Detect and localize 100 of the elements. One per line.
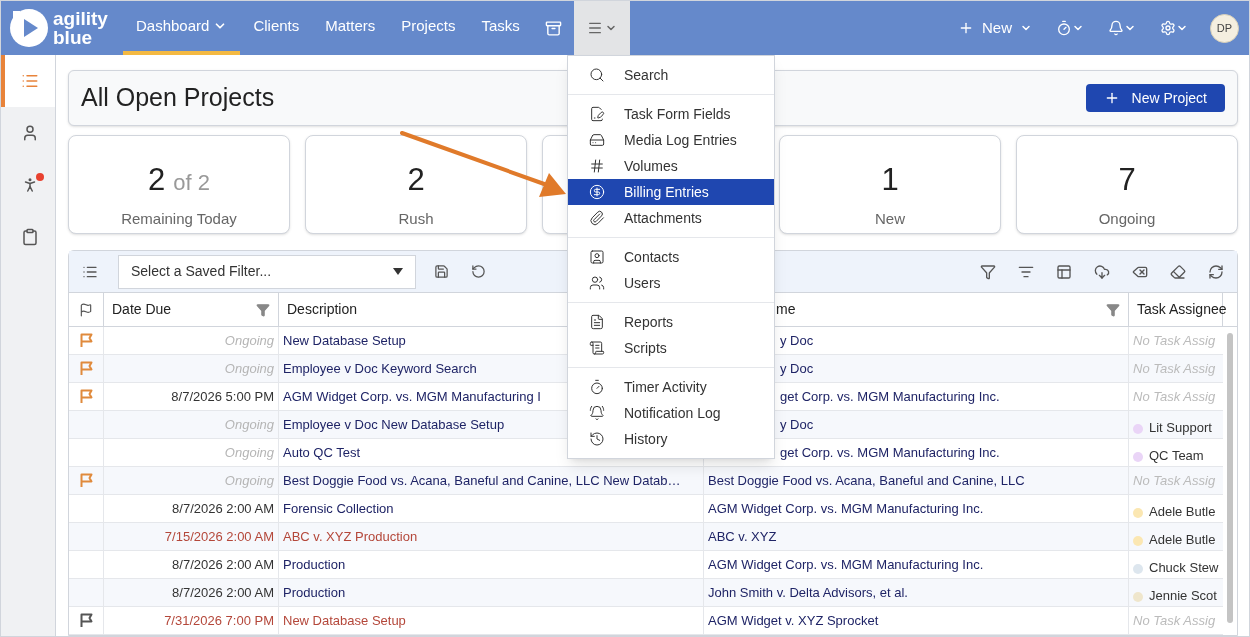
layout-icon[interactable] [1056,263,1072,280]
task-assignee: No Task Assig [1133,387,1216,406]
menu-item[interactable]: History [568,426,774,452]
settings-icon [1160,20,1176,36]
date-due: Ongoing [224,471,274,490]
cloud-download-icon[interactable] [1094,263,1110,280]
menu-item[interactable]: Contacts [568,244,774,270]
filter-icon[interactable] [980,263,996,280]
task-assignee: Jennie Scot [1149,586,1217,605]
paperclip-icon [589,210,605,226]
column-filter-icon[interactable] [1106,302,1120,317]
matter-name: get Corp. vs. MGM Manufacturing Inc. [780,443,1000,462]
date-due: Ongoing [224,443,274,462]
cabinet-icon[interactable] [544,19,562,37]
task-assignee: Lit Support [1149,418,1212,437]
task-assignee: Chuck Stew [1149,558,1219,577]
description[interactable]: Employee v Doc New Database Setup [283,414,505,435]
column-header[interactable]: me [776,299,796,320]
description[interactable]: Employee v Doc Keyword Search [283,358,477,379]
description[interactable]: Production [283,582,346,603]
stopwatch-icon [589,379,605,395]
stat-label: Ongoing [1098,208,1156,229]
logo-text: blue [53,28,93,47]
matter-name: Best Doggie Food vs. Acana, Baneful and Canine, LLC [708,471,1025,490]
menu-item[interactable]: Task Form Fields [568,101,774,127]
nav-tab[interactable]: Dashboard [123,1,241,55]
stat-card[interactable]: 7 Ongoing [1016,135,1238,234]
description[interactable]: AGM Widget Corp. vs. MGM Manufacturing I [283,386,541,407]
menu-item[interactable]: Timer Activity [568,374,774,400]
matter-name: John Smith v. Delta Advisors, et al. [708,583,908,602]
refresh-icon[interactable] [1208,263,1224,280]
task-assignee: No Task Assig [1133,359,1216,378]
menu-icon [586,20,603,36]
sidebar-item[interactable] [1,55,55,107]
undo-icon[interactable] [471,264,486,279]
menu-item[interactable]: Attachments [568,205,774,231]
task-assignee: QC Team [1149,446,1204,465]
column-header[interactable]: Description [287,299,358,320]
save-icon[interactable] [434,264,449,279]
more-menu-button[interactable] [573,1,630,55]
saved-filter-select[interactable]: Select a Saved Filter... [118,254,416,289]
stat-value: 2 [148,161,166,199]
hash-icon [589,158,605,174]
page-title: All Open Projects [81,82,275,114]
clipboard-icon [21,228,39,246]
avatar[interactable]: DP [1210,13,1239,43]
description[interactable]: New Database Setup [283,330,406,351]
date-due: Ongoing [224,359,274,378]
description[interactable]: Auto QC Test [283,442,361,463]
menu-item[interactable]: Reports [568,309,774,335]
task-assignee: No Task Assig [1133,331,1216,350]
stat-value: 1 [881,161,899,199]
description[interactable]: Forensic Collection [283,498,394,519]
menu-item[interactable]: Search [568,62,774,88]
matter-name: y Doc [780,415,814,434]
list-icon [21,72,39,90]
nav-tab[interactable]: Matters [312,1,389,55]
menu-item[interactable]: Volumes [568,153,774,179]
menu-item[interactable]: Media Log Entries [568,127,774,153]
date-due: Ongoing [224,331,274,350]
description[interactable]: Best Doggie Food vs. Acana, Baneful and Canine, LLC New Datab… [283,470,681,491]
stat-value: 2 [407,161,425,199]
flag-icon[interactable] [79,613,93,628]
stat-label: Rush [398,208,434,229]
stat-card[interactable]: 2 Rush [305,135,527,234]
new-project-button[interactable]: New Project [1085,84,1225,112]
matter-name: AGM Widget Corp. vs. MGM Manufacturing Inc. [708,555,984,574]
menu-item[interactable]: Users [568,270,774,296]
matter-name: AGM Widget Corp. vs. MGM Manufacturing Inc. [708,499,984,518]
new-button[interactable]: New [946,16,1044,40]
stat-card[interactable]: 1 New [779,135,1001,234]
eraser-icon[interactable] [1170,263,1186,280]
matter-name: get Corp. vs. MGM Manufacturing Inc. [780,387,1000,406]
matter-name: y Doc [780,331,814,350]
document-icon [589,314,605,330]
users-icon [589,275,605,291]
task-assignee: No Task Assig [1133,611,1216,630]
nav-tab[interactable]: Projects [388,1,469,55]
description[interactable]: New Database Setup [283,610,406,631]
column-header[interactable]: Task Assignee [1137,299,1227,320]
flag-icon[interactable] [79,302,93,317]
date-due: 8/7/2026 2:00 AM [172,583,274,602]
logo-icon [9,8,49,48]
date-due: 7/15/2026 2:00 AM [164,527,274,546]
search-icon [589,67,605,83]
caret-icon [393,268,403,275]
nav-tab[interactable]: Tasks [468,1,533,55]
person-icon [21,124,39,142]
menu-item[interactable]: Notification Log [568,400,774,426]
nav-tab[interactable]: Clients [240,1,313,55]
column-header[interactable]: Date Due [112,299,172,320]
column-filter-icon[interactable] [256,302,270,317]
logo-text: agility [53,9,108,28]
description[interactable]: ABC v. XYZ Production [283,526,418,547]
stopwatch-icon [1056,20,1072,36]
scrollbar[interactable] [1227,333,1233,623]
description[interactable]: Production [283,554,346,575]
stat-card[interactable]: 2 of 2 Remaining Today [68,135,290,234]
menu-item[interactable]: Billing Entries [568,179,774,205]
menu-item[interactable]: Scripts [568,335,774,361]
